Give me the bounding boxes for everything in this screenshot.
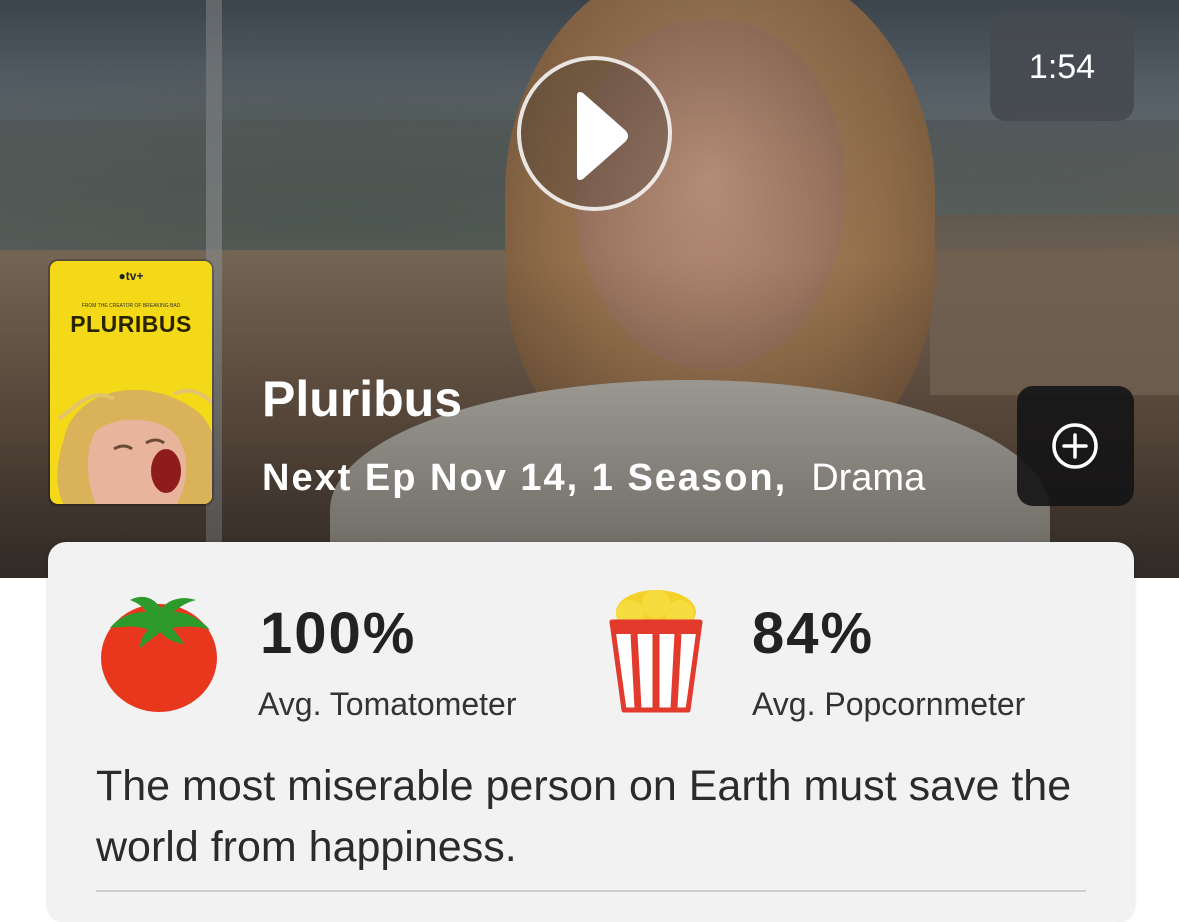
- trailer-duration: 1:54: [990, 13, 1134, 121]
- show-synopsis: The most miserable person on Earth must …: [96, 762, 1072, 871]
- add-to-watchlist-button[interactable]: [1017, 386, 1134, 506]
- apple-logo-icon: ●: [118, 269, 126, 283]
- genre-label: Drama: [811, 457, 926, 499]
- show-meta: Next Ep Nov 14, 1 Season, Drama: [262, 455, 925, 501]
- popcornmeter-label: Avg. Popcornmeter: [752, 686, 1026, 722]
- divider: [96, 890, 1086, 892]
- show-title: Pluribus: [262, 371, 463, 427]
- popcorn-icon: [609, 590, 703, 713]
- poster-screaming-face-image: [57, 388, 212, 504]
- show-poster[interactable]: ●tv+ FROM THE CREATOR OF BREAKING BAD PL…: [50, 261, 212, 504]
- poster-title: PLURIBUS: [70, 311, 192, 337]
- ratings-card: 100% Avg. Tomatometer 84% Avg. Popcornme…: [48, 542, 1134, 922]
- next-episode-info: Next Ep Nov 14, 1 Season,: [262, 457, 788, 499]
- play-trailer-button[interactable]: [517, 56, 672, 211]
- play-icon: [577, 92, 628, 180]
- poster-brand: ●tv+: [118, 269, 144, 283]
- poster-credit: FROM THE CREATOR OF BREAKING BAD: [81, 303, 181, 309]
- tomato-icon: [101, 596, 217, 712]
- tomatometer-score: 100%: [260, 601, 417, 666]
- plus-circle-icon: [1052, 423, 1098, 469]
- trailer-hero[interactable]: 1:54 ●tv+ FROM THE CREATOR OF BREAKING B…: [0, 0, 1179, 578]
- popcornmeter-score: 84%: [752, 601, 875, 666]
- tomatometer-label: Avg. Tomatometer: [258, 686, 517, 722]
